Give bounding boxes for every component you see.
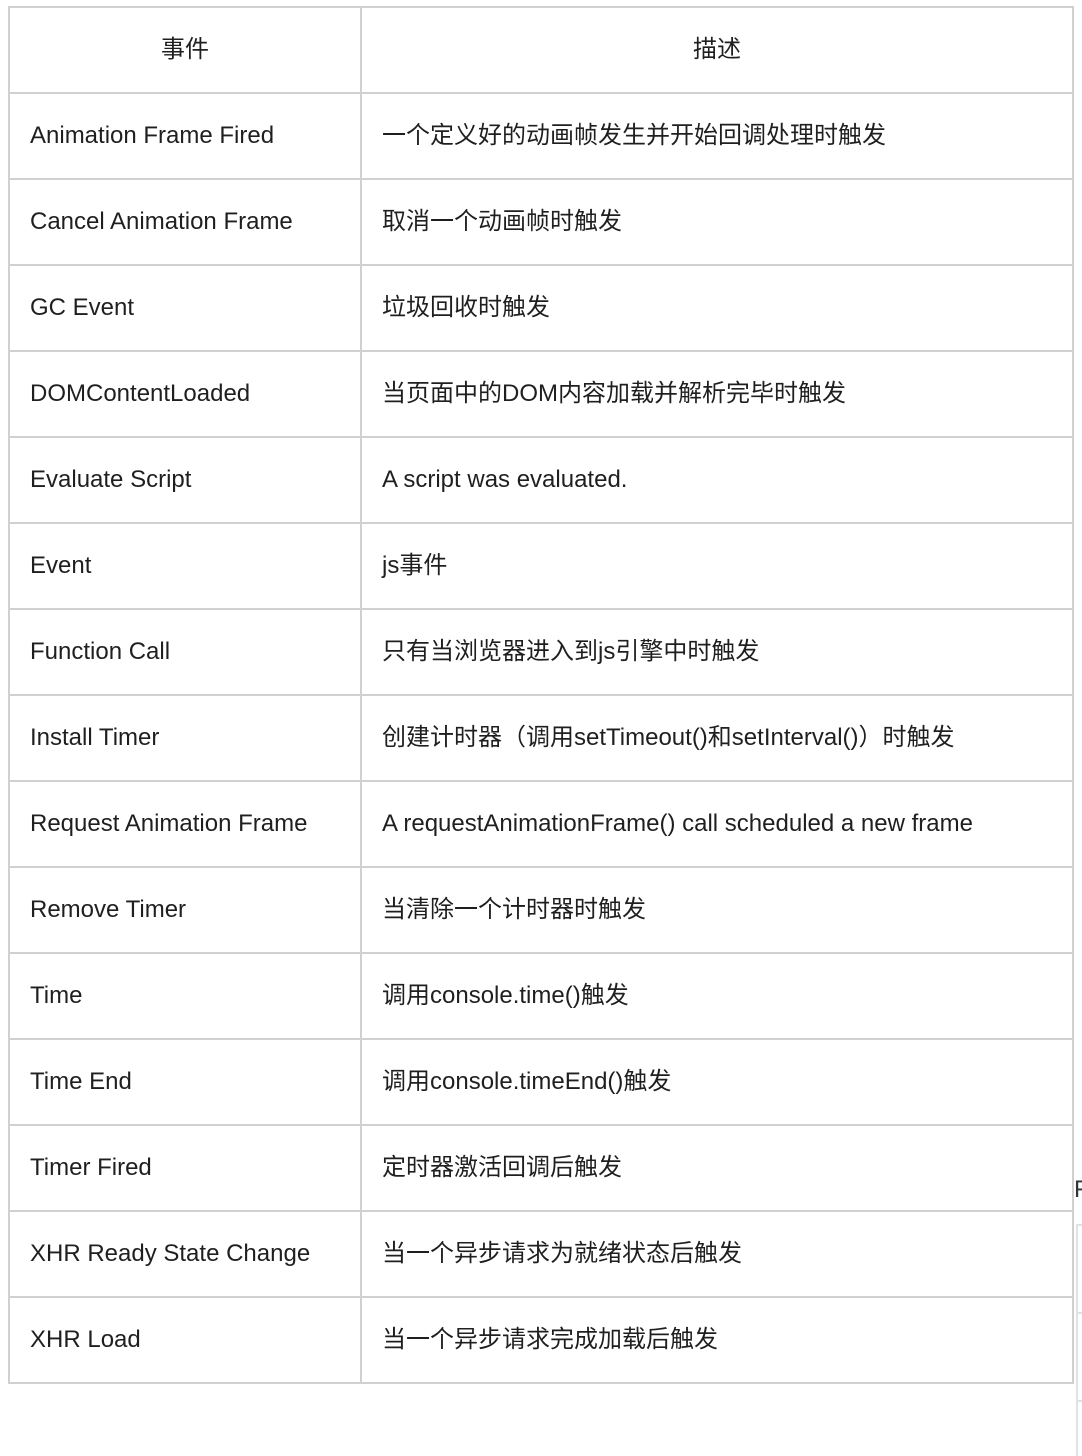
cropped-edge-border <box>1076 1224 1078 1456</box>
event-name-cell: Event <box>8 522 362 610</box>
event-name-cell: DOMContentLoaded <box>8 350 362 438</box>
table-row: Evaluate Script A script was evaluated. <box>8 436 1074 524</box>
event-description-cell: 调用console.timeEnd()触发 <box>360 1038 1074 1126</box>
event-name-cell: Remove Timer <box>8 866 362 954</box>
table-row: Time 调用console.time()触发 <box>8 952 1074 1040</box>
table-row: GC Event 垃圾回收时触发 <box>8 264 1074 352</box>
header-event: 事件 <box>8 6 362 94</box>
event-description-cell: 调用console.time()触发 <box>360 952 1074 1040</box>
events-table: 事件 描述 Animation Frame Fired 一个定义好的动画帧发生并… <box>8 6 1074 1384</box>
table-row: Time End 调用console.timeEnd()触发 <box>8 1038 1074 1126</box>
event-description-cell: A requestAnimationFrame() call scheduled… <box>360 780 1074 868</box>
event-name-cell: Evaluate Script <box>8 436 362 524</box>
event-name-cell: Request Animation Frame <box>8 780 362 868</box>
cropped-edge-divider <box>1076 1400 1082 1402</box>
event-name-cell: Time <box>8 952 362 1040</box>
event-name-cell: Cancel Animation Frame <box>8 178 362 266</box>
event-name-cell: GC Event <box>8 264 362 352</box>
event-description-cell: js事件 <box>360 522 1074 610</box>
table-row: Request Animation Frame A requestAnimati… <box>8 780 1074 868</box>
event-name-cell: Install Timer <box>8 694 362 782</box>
event-description-cell: 当页面中的DOM内容加载并解析完毕时触发 <box>360 350 1074 438</box>
events-table-container: 事件 描述 Animation Frame Fired 一个定义好的动画帧发生并… <box>8 6 1074 1384</box>
event-name-cell: Timer Fired <box>8 1124 362 1212</box>
cropped-edge-divider <box>1076 1224 1082 1226</box>
event-name-cell: XHR Load <box>8 1296 362 1384</box>
event-description-cell: 创建计时器（调用setTimeout()和setInterval()）时触发 <box>360 694 1074 782</box>
event-description-cell: 垃圾回收时触发 <box>360 264 1074 352</box>
event-description-cell: A script was evaluated. <box>360 436 1074 524</box>
event-name-cell: XHR Ready State Change <box>8 1210 362 1298</box>
event-description-cell: 只有当浏览器进入到js引擎中时触发 <box>360 608 1074 696</box>
event-description-cell: 当清除一个计时器时触发 <box>360 866 1074 954</box>
event-name-cell: Function Call <box>8 608 362 696</box>
table-row: XHR Ready State Change 当一个异步请求为就绪状态后触发 <box>8 1210 1074 1298</box>
event-name-cell: Time End <box>8 1038 362 1126</box>
table-row: Install Timer 创建计时器（调用setTimeout()和setIn… <box>8 694 1074 782</box>
table-row: DOMContentLoaded 当页面中的DOM内容加载并解析完毕时触发 <box>8 350 1074 438</box>
cropped-edge-text: F <box>1074 1178 1082 1202</box>
event-description-cell: 取消一个动画帧时触发 <box>360 178 1074 266</box>
event-description-cell: 定时器激活回调后触发 <box>360 1124 1074 1212</box>
event-name-cell: Animation Frame Fired <box>8 92 362 180</box>
table-header-row: 事件 描述 <box>8 6 1074 94</box>
cropped-edge-divider <box>1076 1312 1082 1314</box>
table-row: Event js事件 <box>8 522 1074 610</box>
table-row: Timer Fired 定时器激活回调后触发 <box>8 1124 1074 1212</box>
table-row: XHR Load 当一个异步请求完成加载后触发 <box>8 1296 1074 1384</box>
event-description-cell: 当一个异步请求完成加载后触发 <box>360 1296 1074 1384</box>
table-row: Cancel Animation Frame 取消一个动画帧时触发 <box>8 178 1074 266</box>
event-description-cell: 一个定义好的动画帧发生并开始回调处理时触发 <box>360 92 1074 180</box>
table-row: Animation Frame Fired 一个定义好的动画帧发生并开始回调处理… <box>8 92 1074 180</box>
table-row: Remove Timer 当清除一个计时器时触发 <box>8 866 1074 954</box>
event-description-cell: 当一个异步请求为就绪状态后触发 <box>360 1210 1074 1298</box>
header-description: 描述 <box>360 6 1074 94</box>
table-row: Function Call 只有当浏览器进入到js引擎中时触发 <box>8 608 1074 696</box>
